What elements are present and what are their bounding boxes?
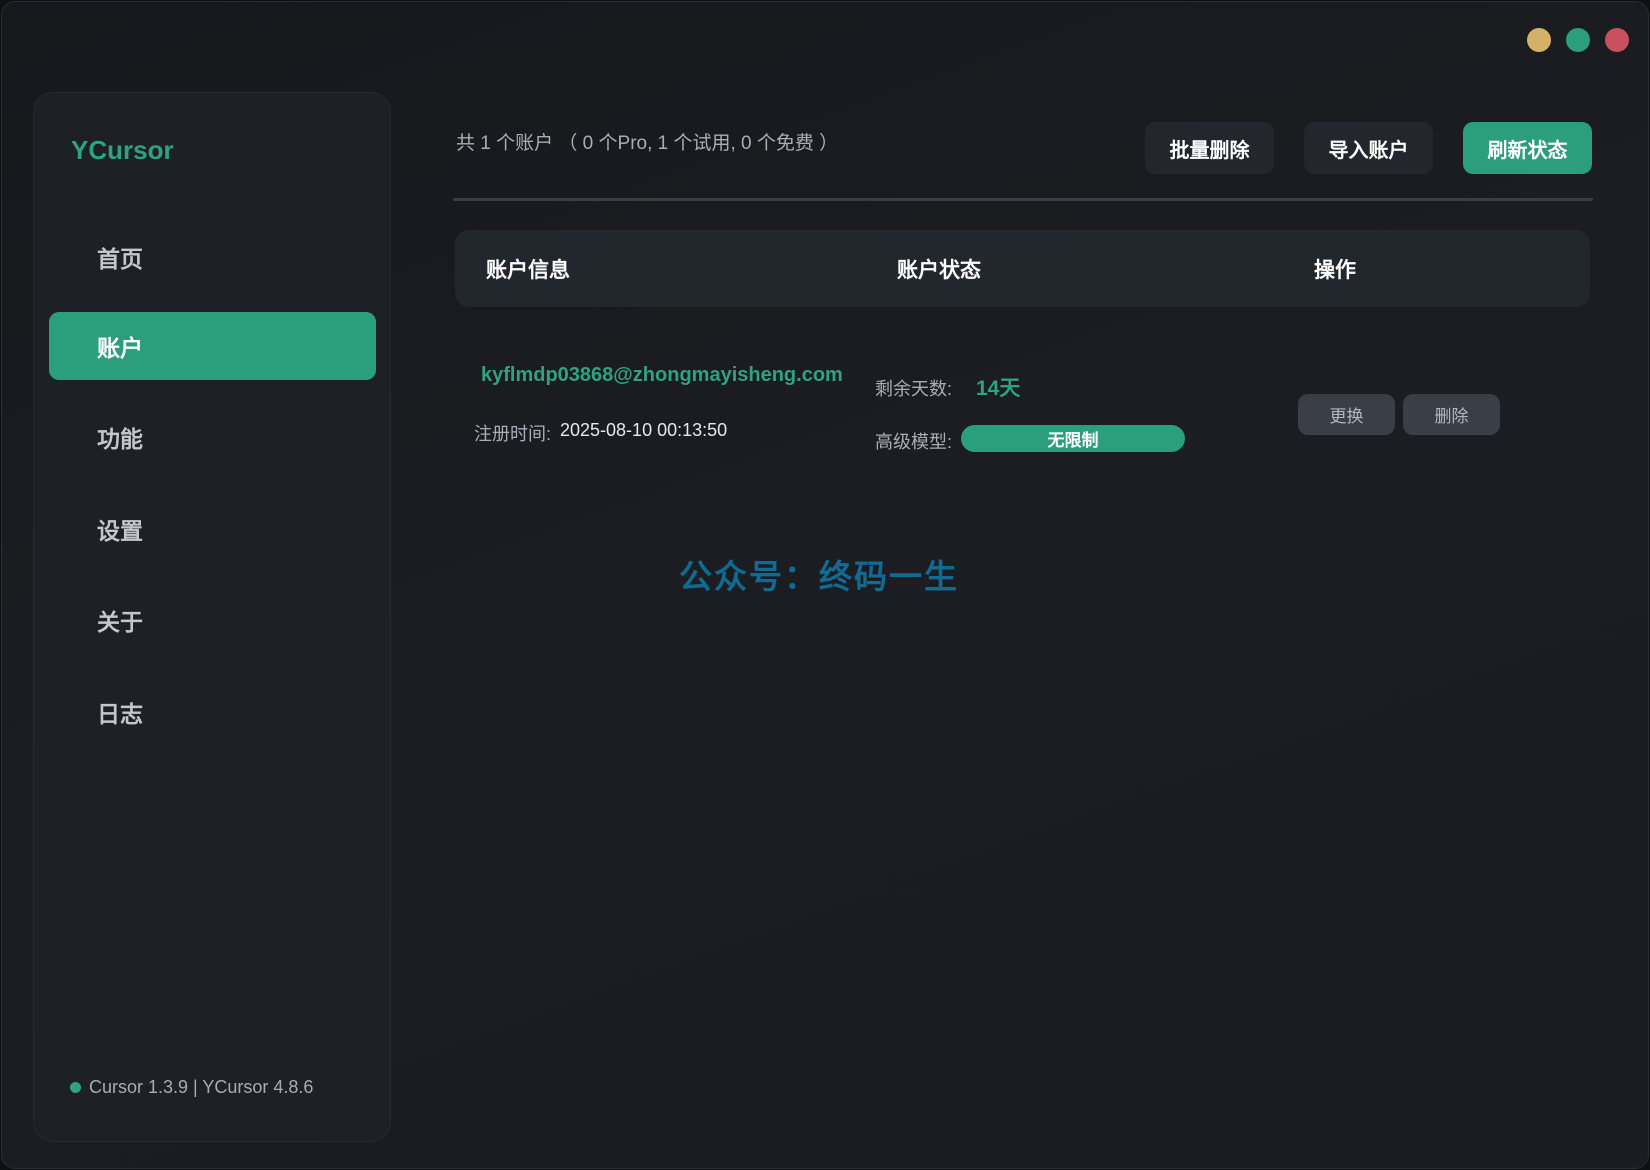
status-dot-icon (70, 1082, 81, 1093)
account-summary: 共 1 个账户 （ 0 个Pro, 1 个试用, 0 个免费 ） (456, 133, 839, 154)
maximize-button[interactable] (1566, 28, 1590, 52)
premium-model-label: 高级模型: (875, 432, 953, 452)
app-window: YCursor 首页 账户 功能 设置 关于 日志 Cursor 1.3.9 |… (1, 1, 1649, 1169)
sidebar: YCursor 首页 账户 功能 设置 关于 日志 Cursor 1.3.9 |… (33, 92, 391, 1142)
import-account-button[interactable]: 导入账户 (1304, 122, 1433, 174)
column-header-actions: 操作 (1314, 257, 1356, 282)
sidebar-item-label: 日志 (97, 702, 143, 728)
close-button[interactable] (1605, 28, 1629, 52)
sidebar-item-about[interactable]: 关于 (49, 586, 376, 654)
sidebar-item-label: 设置 (97, 519, 143, 545)
brand-logo: YCursor (71, 135, 174, 165)
column-header-account-info: 账户信息 (486, 257, 570, 282)
column-header-account-status: 账户状态 (897, 257, 981, 282)
sidebar-item-label: 关于 (97, 610, 143, 636)
switch-account-button[interactable]: 更换 (1298, 394, 1395, 435)
batch-delete-button[interactable]: 批量删除 (1145, 122, 1274, 174)
sidebar-item-label: 账户 (97, 336, 143, 362)
sidebar-item-accounts[interactable]: 账户 (49, 312, 376, 380)
table-header: 账户信息 账户状态 操作 (455, 230, 1590, 307)
remaining-days-label: 剩余天数: (875, 379, 953, 399)
sidebar-item-home[interactable]: 首页 (49, 223, 376, 291)
account-email: kyflmdp03868@zhongmayisheng.com (481, 364, 843, 386)
delete-account-button[interactable]: 删除 (1403, 394, 1500, 435)
divider (453, 198, 1593, 201)
sidebar-item-label: 功能 (97, 427, 143, 453)
sidebar-item-label: 首页 (97, 247, 143, 273)
registered-value: 2025-08-10 00:13:50 (560, 420, 728, 440)
version-text: Cursor 1.3.9 | YCursor 4.8.6 (89, 1077, 314, 1097)
refresh-status-button[interactable]: 刷新状态 (1463, 122, 1592, 174)
version-info: Cursor 1.3.9 | YCursor 4.8.6 (70, 1077, 313, 1098)
registered-label: 注册时间: (474, 424, 552, 444)
minimize-button[interactable] (1527, 28, 1551, 52)
sidebar-item-features[interactable]: 功能 (49, 403, 376, 471)
remaining-days-value: 14天 (976, 377, 1021, 400)
sidebar-item-logs[interactable]: 日志 (49, 678, 376, 746)
premium-model-badge: 无限制 (961, 425, 1185, 452)
watermark-text: 公众号：终码一生 (679, 557, 959, 596)
sidebar-item-settings[interactable]: 设置 (49, 495, 376, 563)
